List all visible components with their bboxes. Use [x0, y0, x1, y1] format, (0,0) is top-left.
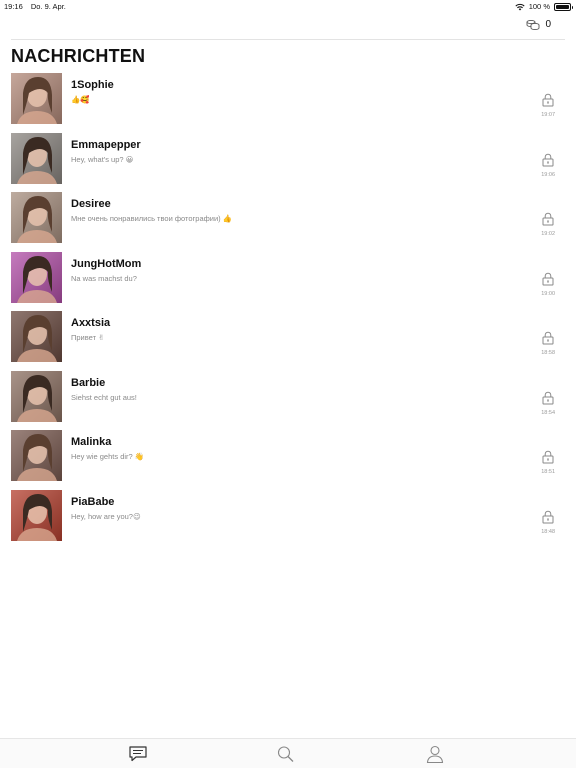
- chat-preview: Мне очень понравились твои фотографии) 👍: [71, 214, 233, 223]
- lock-icon[interactable]: [542, 272, 554, 286]
- chat-list: 1Sophie 👍🥰 19:07 Emmapepper Hey, what's …: [0, 73, 576, 549]
- page-title: NACHRICHTEN: [11, 46, 146, 66]
- avatar[interactable]: [11, 370, 62, 422]
- status-date: Do. 9. Apr.: [30, 2, 66, 11]
- lock-icon[interactable]: [542, 391, 554, 405]
- chat-preview: Привет ✌: [71, 333, 105, 342]
- avatar[interactable]: [11, 489, 62, 541]
- status-time: 19:16: [4, 2, 23, 11]
- header-divider: [11, 39, 565, 40]
- chat-list-item[interactable]: 1Sophie 👍🥰 19:07: [0, 73, 576, 133]
- wifi-icon: [515, 3, 525, 10]
- chat-bubble-icon[interactable]: [128, 745, 148, 763]
- lock-icon[interactable]: [542, 450, 554, 464]
- chat-name: Desiree: [71, 198, 111, 210]
- chat-time: 18:51: [541, 469, 555, 475]
- top-bar: 0: [0, 14, 576, 40]
- status-bar: 19:16 Do. 9. Apr. 100 %: [0, 0, 576, 12]
- chat-name: Barbie: [71, 376, 106, 389]
- avatar[interactable]: [11, 73, 62, 124]
- chat-name: PiaBabe: [71, 495, 115, 508]
- chat-list-item[interactable]: Axxtsia Привет ✌ 18:58: [0, 311, 576, 371]
- search-icon[interactable]: [276, 745, 296, 763]
- lock-icon[interactable]: [542, 153, 554, 167]
- avatar[interactable]: [11, 192, 62, 243]
- chat-name: JungHotMom: [71, 257, 142, 270]
- battery-percent: 100 %: [528, 2, 550, 11]
- coin-balance[interactable]: 0: [526, 19, 551, 30]
- chat-time: 18:48: [541, 528, 555, 535]
- chat-name: 1Sophie: [71, 79, 114, 91]
- profile-icon[interactable]: [425, 745, 445, 763]
- chat-time: 19:02: [541, 231, 555, 237]
- chat-list-item[interactable]: Emmapepper Hey, what's up? 😀 19:06: [0, 132, 576, 193]
- coins-icon: [526, 19, 540, 30]
- chat-preview: Hey wie gehts dir? 👋: [71, 452, 145, 461]
- chat-list-item[interactable]: PiaBabe Hey, how are you?😉 18:48: [0, 489, 576, 550]
- chat-time: 18:54: [541, 409, 555, 416]
- chat-name: Malinka: [71, 436, 112, 448]
- chat-list-item[interactable]: JungHotMom Na was machst du? 19:00: [0, 251, 576, 312]
- status-left: 19:16 Do. 9. Apr.: [4, 2, 72, 11]
- chat-name: Axxtsia: [71, 317, 111, 329]
- chat-list-item[interactable]: Barbie Siehst echt gut aus! 18:54: [0, 370, 576, 431]
- coin-count: 0: [545, 19, 551, 30]
- chat-preview: 👍🥰: [71, 95, 90, 104]
- chat-preview: Siehst echt gut aus!: [71, 392, 137, 402]
- chat-time: 18:58: [541, 350, 555, 356]
- avatar[interactable]: [11, 132, 62, 184]
- chat-time: 19:06: [541, 171, 555, 178]
- lock-icon[interactable]: [542, 510, 554, 524]
- chat-list-item[interactable]: Desiree Мне очень понравились твои фотог…: [0, 192, 576, 252]
- avatar[interactable]: [11, 311, 62, 362]
- tab-bar: [0, 738, 576, 768]
- chat-preview: Hey, what's up? 😀: [71, 154, 134, 164]
- lock-icon[interactable]: [542, 212, 554, 226]
- avatar[interactable]: [11, 251, 62, 303]
- status-right: 100 %: [515, 2, 573, 11]
- chat-preview: Na was machst du?: [71, 273, 137, 283]
- chat-preview: Hey, how are you?😉: [71, 511, 141, 521]
- chat-time: 19:07: [541, 112, 555, 118]
- battery-icon: [554, 2, 573, 11]
- chat-time: 19:00: [541, 290, 555, 297]
- avatar[interactable]: [11, 430, 62, 481]
- lock-icon[interactable]: [542, 93, 554, 107]
- lock-icon[interactable]: [542, 331, 554, 345]
- chat-list-item[interactable]: Malinka Hey wie gehts dir? 👋 18:51: [0, 430, 576, 490]
- chat-name: Emmapepper: [71, 138, 141, 151]
